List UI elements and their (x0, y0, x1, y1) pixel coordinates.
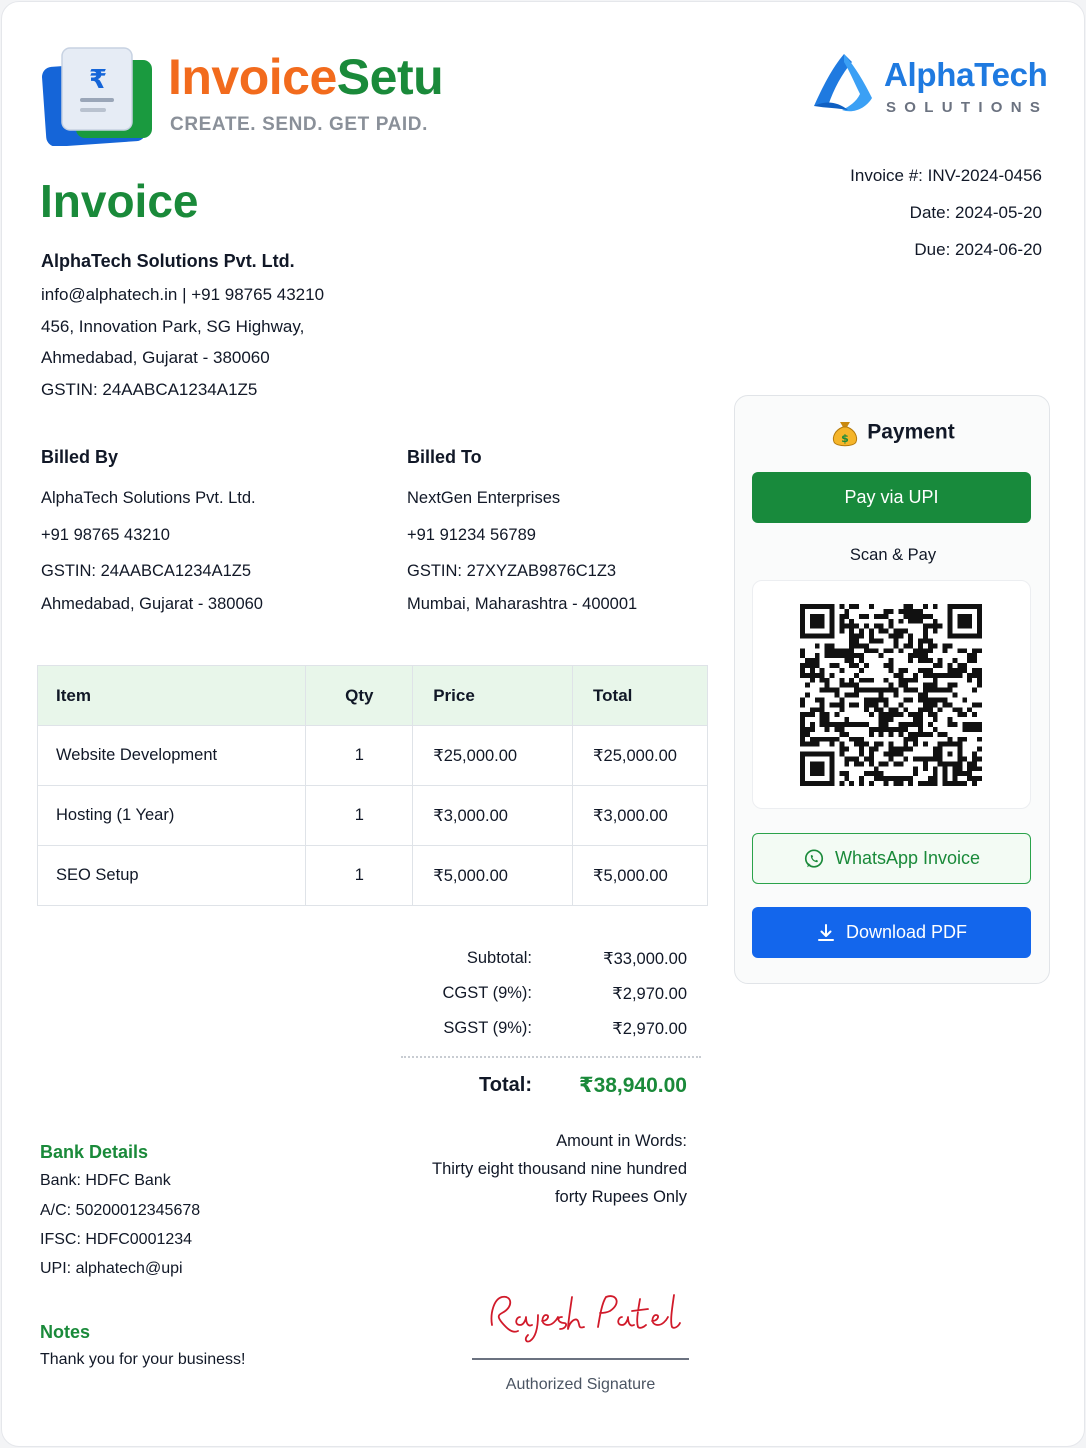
whatsapp-invoice-button[interactable]: WhatsApp Invoice (752, 833, 1031, 884)
company-address-line1: 456, Innovation Park, SG Highway, (41, 317, 305, 336)
client-brand-subtitle: SOLUTIONS (886, 99, 1049, 116)
invoice-number: Invoice #: INV-2024-0456 (850, 166, 1042, 185)
column-header-qty: Qty (305, 665, 414, 726)
bank-ifsc: IFSC: HDFC0001234 (40, 1231, 193, 1248)
sgst-label: SGST (9%): (443, 1019, 532, 1037)
pay-via-upi-label: Pay via UPI (844, 487, 939, 507)
table-row: Hosting (1 Year) 1 ₹3,000.00 ₹3,000.00 (36, 785, 708, 846)
column-header-item: Item (36, 665, 307, 726)
total-label: Total: (479, 1074, 532, 1096)
pay-via-upi-button[interactable]: Pay via UPI (752, 472, 1031, 523)
bank-account: A/C: 50200012345678 (40, 1202, 201, 1219)
brand-name: InvoiceSetu (168, 49, 444, 105)
billed-to-location: Mumbai, Maharashtra - 400001 (407, 595, 638, 613)
amount-words-line2: forty Rupees Only (554, 1188, 687, 1206)
table-row: SEO Setup 1 ₹5,000.00 ₹5,000.00 (36, 845, 708, 906)
brand-tagline: CREATE. SEND. GET PAID. (170, 114, 429, 135)
cell-item: Website Development (36, 725, 307, 786)
notes-text: Thank you for your business! (40, 1351, 246, 1368)
cell-price: ₹3,000.00 (412, 785, 574, 846)
client-brand-name: AlphaTech (884, 56, 1048, 93)
company-gstin: GSTIN: 24AABCA1234A1Z5 (41, 380, 258, 399)
page-title: Invoice (40, 175, 199, 227)
signature-label: Authorized Signature (505, 1376, 656, 1393)
cell-total: ₹25,000.00 (572, 725, 708, 786)
qr-code (800, 604, 982, 786)
cell-price: ₹5,000.00 (412, 845, 574, 906)
cell-qty: 1 (305, 785, 414, 846)
download-pdf-label: Download PDF (845, 922, 968, 942)
payment-heading-label: Payment (867, 420, 955, 444)
notes-heading: Notes (40, 1322, 91, 1342)
download-pdf-button[interactable]: Download PDF (752, 907, 1031, 958)
svg-text:$: $ (841, 432, 849, 445)
billed-to-name: NextGen Enterprises (407, 489, 561, 507)
amount-words-line1: Thirty eight thousand nine hundred (431, 1160, 687, 1178)
cell-price: ₹25,000.00 (412, 725, 574, 786)
invoicesetu-logo-icon: ₹ (42, 47, 152, 146)
billed-by-heading: Billed By (41, 447, 119, 467)
cell-item: Hosting (1 Year) (36, 785, 307, 846)
invoice-due-date: Due: 2024-06-20 (914, 240, 1042, 259)
bank-upi: UPI: alphatech@upi (40, 1260, 183, 1277)
billed-by-location: Ahmedabad, Gujarat - 380060 (41, 595, 263, 613)
billed-by-name: AlphaTech Solutions Pvt. Ltd. (41, 489, 256, 507)
billed-by-gstin: GSTIN: 24AABCA1234A1Z5 (41, 562, 252, 580)
cell-qty: 1 (305, 845, 414, 906)
cgst-value: ₹2,970.00 (612, 985, 687, 1003)
payment-card: $ Payment Pay via UPI Scan & Pay WhatsAp… (734, 395, 1050, 984)
sgst-value: ₹2,970.00 (612, 1020, 687, 1038)
whatsapp-icon (804, 848, 824, 868)
cell-item: SEO Setup (36, 845, 307, 906)
cgst-label: CGST (9%): (442, 984, 532, 1002)
column-header-price: Price (412, 665, 574, 726)
cell-total: ₹5,000.00 (572, 845, 708, 906)
alphatech-logo-icon (814, 54, 872, 112)
total-value: ₹38,940.00 (578, 1074, 687, 1097)
bank-details-heading: Bank Details (40, 1142, 149, 1162)
invoice-date: Date: 2024-05-20 (909, 203, 1042, 222)
table-row: Website Development 1 ₹25,000.00 ₹25,000… (36, 725, 708, 786)
billed-to-gstin: GSTIN: 27XYZAB9876C1Z3 (407, 562, 617, 580)
download-icon (817, 923, 834, 941)
billed-to-heading: Billed To (407, 447, 482, 467)
money-bag-icon: $ (833, 422, 858, 447)
billed-by-phone: +91 98765 43210 (41, 526, 170, 544)
payment-heading: $ Payment (735, 418, 1051, 448)
billed-to-phone: +91 91234 56789 (407, 526, 536, 544)
column-header-total: Total (572, 665, 708, 726)
cell-total: ₹3,000.00 (572, 785, 708, 846)
bank-name: Bank: HDFC Bank (40, 1172, 171, 1189)
table-header-row: Item Qty Price Total (36, 665, 708, 726)
scan-and-pay-label: Scan & Pay (849, 546, 937, 564)
svg-text:₹: ₹ (89, 65, 107, 95)
whatsapp-invoice-label: WhatsApp Invoice (834, 848, 981, 868)
company-contact: info@alphatech.in | +91 98765 43210 (41, 285, 325, 304)
company-name: AlphaTech Solutions Pvt. Ltd. (41, 251, 295, 271)
company-address-line2: Ahmedabad, Gujarat - 380060 (41, 348, 270, 367)
invoice-page: ₹ InvoiceSetu CREATE. SEND. GET PAID. Al… (1, 1, 1085, 1447)
subtotal-value: ₹33,000.00 (603, 950, 687, 968)
amount-words-label: Amount in Words: (556, 1132, 687, 1150)
cell-qty: 1 (305, 725, 414, 786)
signature-line (472, 1358, 689, 1360)
qr-code-panel (752, 580, 1031, 809)
items-table: Item Qty Price Total Website Development… (36, 665, 708, 906)
signature-image (490, 1294, 681, 1343)
totals-divider (401, 1056, 701, 1058)
subtotal-label: Subtotal: (466, 949, 532, 967)
